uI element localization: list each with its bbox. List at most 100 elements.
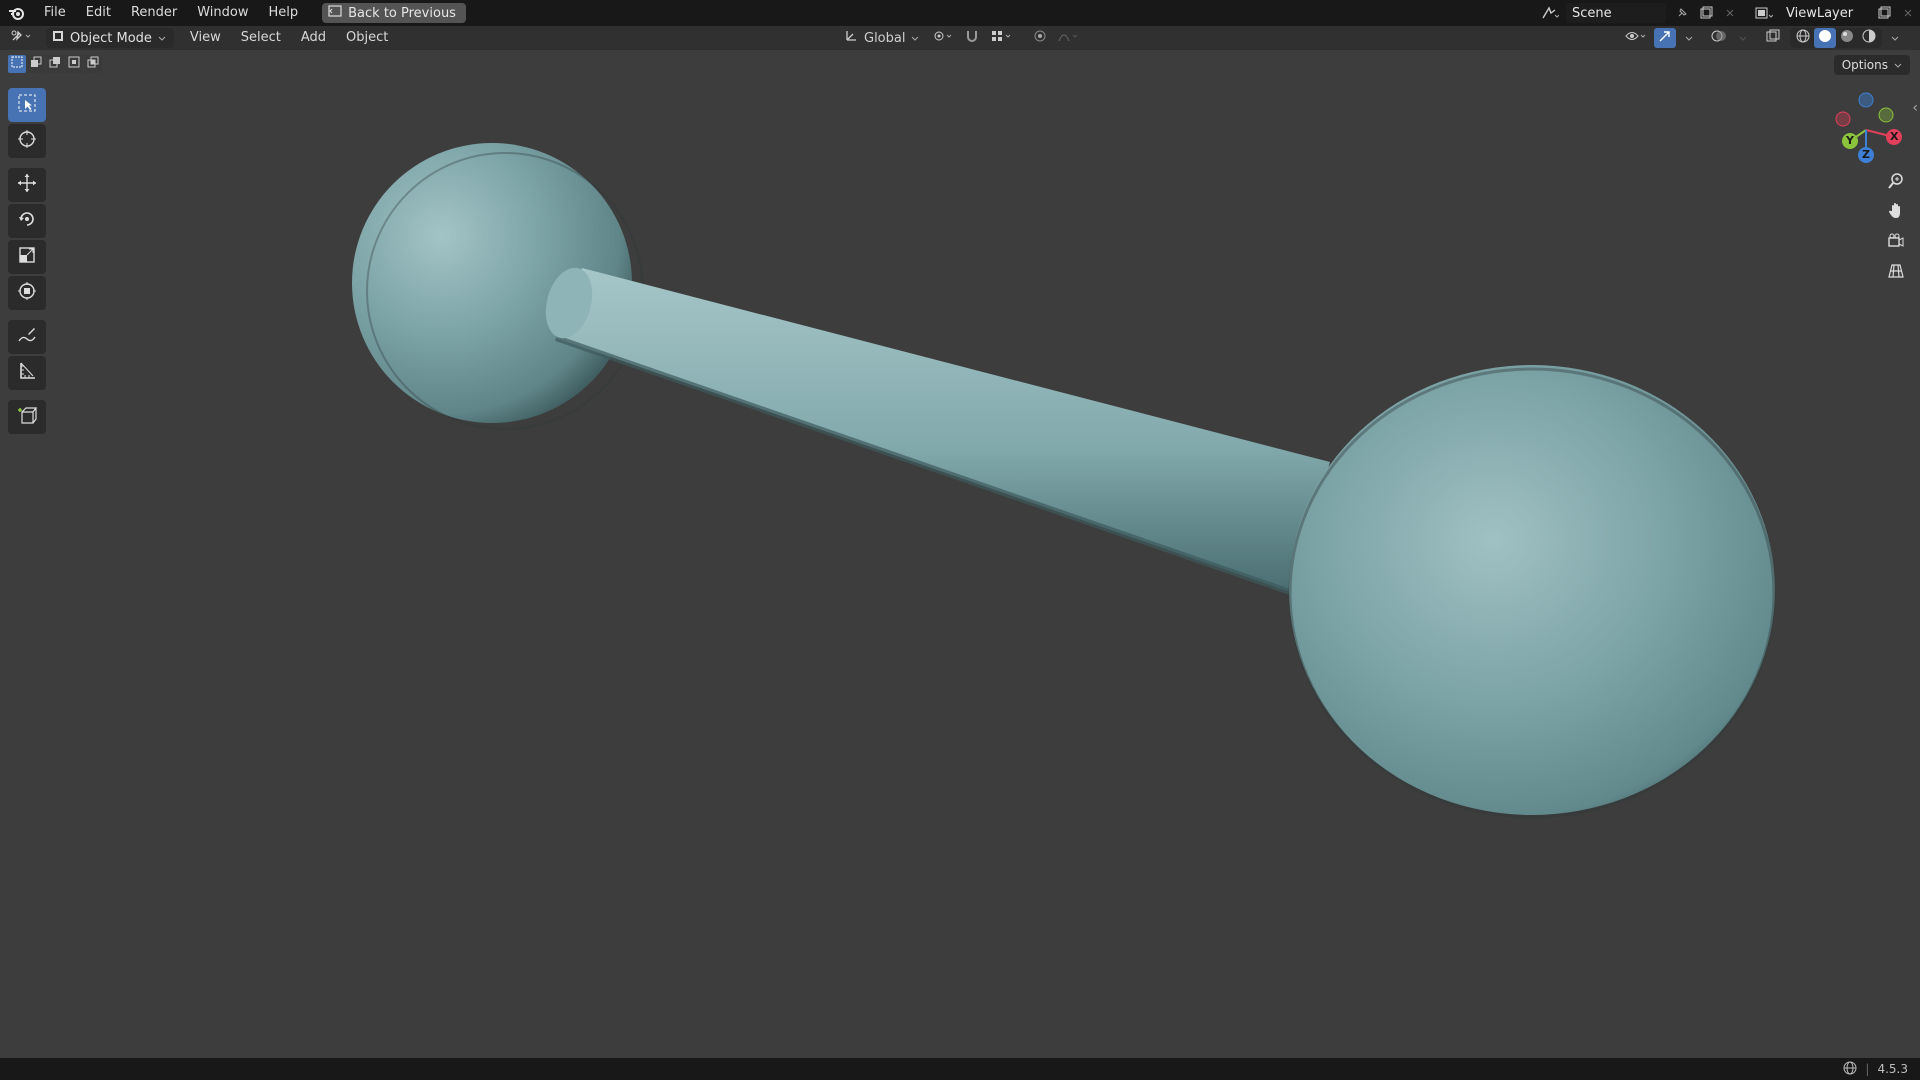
wireframe-shading-button[interactable]	[1792, 28, 1814, 48]
chevron-down-icon	[1894, 58, 1902, 72]
camera-view-button[interactable]	[1880, 230, 1912, 256]
remove-viewlayer-icon[interactable]	[1896, 3, 1920, 23]
new-viewlayer-icon[interactable]	[1872, 3, 1896, 23]
chevron-down-icon	[1685, 31, 1693, 46]
menu-select[interactable]: Select	[231, 26, 291, 50]
overlays-dropdown[interactable]	[1732, 28, 1754, 48]
globe-icon	[1843, 1061, 1857, 1078]
proportional-editing-toggle[interactable]	[1029, 28, 1051, 48]
pan-button[interactable]	[1880, 200, 1912, 226]
header-center-controls: Global	[838, 26, 1085, 50]
navigation-gizmo[interactable]: X Y Z	[1826, 86, 1906, 166]
connecting-rod[interactable]	[538, 263, 1330, 595]
blender-version: 4.5.3	[1877, 1062, 1908, 1076]
menu-file[interactable]: File	[34, 0, 76, 26]
editor-type-selector[interactable]	[0, 28, 46, 48]
tool-measure[interactable]	[8, 356, 46, 390]
menu-edit[interactable]: Edit	[76, 0, 121, 26]
back-to-previous-button[interactable]: Back to Previous	[322, 3, 466, 23]
annotate-icon	[17, 325, 37, 349]
snap-increment-icon	[990, 29, 1014, 47]
remove-scene-icon[interactable]	[1718, 3, 1742, 23]
new-scene-icon[interactable]	[1694, 3, 1718, 23]
gizmo-toggle[interactable]	[1654, 28, 1676, 48]
magnet-icon	[965, 29, 979, 47]
scene-selector-icon[interactable]	[1538, 3, 1562, 23]
select-intersect-button[interactable]	[84, 55, 102, 73]
material-preview-button[interactable]	[1836, 28, 1858, 48]
chevron-down-icon	[911, 31, 919, 46]
tool-rotate[interactable]	[8, 204, 46, 238]
zoom-icon	[1887, 172, 1905, 194]
gizmo-z-label: Z	[1862, 148, 1870, 161]
perspective-grid-icon	[1887, 262, 1905, 284]
blender-logo-icon[interactable]	[0, 0, 34, 26]
menu-window[interactable]: Window	[187, 0, 258, 26]
options-label: Options	[1841, 58, 1888, 72]
gizmo-x-label: X	[1890, 130, 1899, 143]
select-intersect-icon	[87, 56, 99, 72]
scene-name-field[interactable]: Scene	[1566, 3, 1666, 23]
tool-transform[interactable]	[8, 276, 46, 310]
gizmo-x-negative[interactable]	[1835, 111, 1851, 127]
status-separator: |	[1865, 1062, 1870, 1076]
tool-add-cube[interactable]	[8, 400, 46, 434]
editor-type-icon	[10, 29, 36, 47]
tool-move[interactable]	[8, 168, 46, 202]
select-new-button[interactable]	[8, 55, 26, 73]
tool-select-box[interactable]	[8, 88, 46, 122]
gizmo-y-label: Y	[1846, 134, 1854, 147]
menu-add[interactable]: Add	[291, 26, 336, 50]
pivot-point-dropdown[interactable]	[929, 28, 957, 48]
object-mode-dropdown[interactable]: Object Mode	[46, 28, 174, 48]
rendered-shading-button[interactable]	[1858, 28, 1880, 48]
tool-annotate[interactable]	[8, 320, 46, 354]
gizmo-dropdown[interactable]	[1678, 28, 1700, 48]
chevron-down-icon	[158, 31, 166, 46]
pin-icon[interactable]	[1670, 3, 1694, 23]
solid-sphere-icon	[1818, 29, 1832, 47]
object-mode-icon	[52, 30, 64, 46]
object-visibility-dropdown[interactable]	[1622, 28, 1652, 48]
overlays-toggle[interactable]	[1708, 28, 1730, 48]
chevron-down-icon	[1739, 31, 1747, 46]
transform-orientation-dropdown[interactable]: Global	[838, 28, 925, 48]
tool-cursor[interactable]	[8, 124, 46, 158]
status-bar: | 4.5.3	[0, 1058, 1920, 1080]
select-box-icon	[17, 93, 37, 117]
snap-toggle[interactable]	[961, 28, 983, 48]
perspective-toggle-button[interactable]	[1880, 260, 1912, 286]
solid-shading-button[interactable]	[1814, 28, 1836, 48]
viewport-render	[352, 143, 1776, 819]
proportional-falloff-dropdown[interactable]	[1055, 28, 1085, 48]
shading-dropdown[interactable]	[1884, 28, 1906, 48]
transform-orientation-label: Global	[864, 30, 906, 46]
viewlayer-selector-icon[interactable]	[1752, 3, 1776, 23]
pivot-point-icon	[932, 29, 954, 47]
navigation-buttons	[1880, 170, 1912, 286]
sidebar-toggle-chevron-icon[interactable]: ‹	[1912, 100, 1918, 116]
snap-target-dropdown[interactable]	[987, 28, 1017, 48]
options-dropdown[interactable]: Options	[1833, 55, 1910, 75]
wireframe-sphere-icon	[1796, 29, 1810, 47]
menu-view[interactable]: View	[180, 26, 231, 50]
topbar-right: Scene ViewLayer	[1538, 0, 1920, 26]
menu-render[interactable]: Render	[121, 0, 187, 26]
rendered-sphere-icon	[1862, 29, 1876, 47]
gizmo-y-negative[interactable]	[1878, 107, 1894, 123]
add-cube-icon	[17, 405, 38, 429]
viewlayer-name-field[interactable]: ViewLayer	[1780, 3, 1868, 23]
xray-toggle[interactable]	[1762, 28, 1784, 48]
menu-object[interactable]: Object	[336, 26, 398, 50]
back-to-previous-label: Back to Previous	[348, 5, 456, 21]
menu-help[interactable]: Help	[259, 0, 309, 26]
select-extend-button[interactable]	[27, 55, 45, 73]
material-sphere-icon	[1840, 29, 1854, 47]
gizmo-z-negative[interactable]	[1858, 92, 1874, 108]
shading-mode-group	[1790, 28, 1882, 48]
3d-viewport[interactable]	[0, 76, 1920, 1058]
tool-scale[interactable]	[8, 240, 46, 274]
select-subtract-button[interactable]	[46, 55, 64, 73]
zoom-button[interactable]	[1880, 170, 1912, 196]
select-invert-button[interactable]	[65, 55, 83, 73]
